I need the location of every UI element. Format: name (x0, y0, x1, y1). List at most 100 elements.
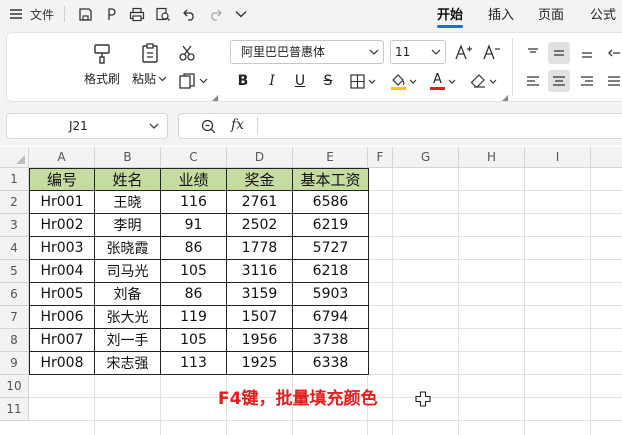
row-header-4[interactable]: 4 (0, 237, 29, 260)
table-cell[interactable]: 1925 (227, 352, 293, 375)
row-header-5[interactable]: 5 (0, 260, 29, 283)
table-cell[interactable]: Hr008 (30, 352, 95, 375)
decrease-indent-icon[interactable] (603, 42, 622, 64)
table-cell[interactable]: 1956 (227, 329, 293, 352)
table-cell[interactable]: Hr005 (30, 283, 95, 306)
table-cell[interactable]: 119 (161, 306, 227, 329)
table-cell[interactable]: 1507 (227, 306, 293, 329)
print-preview-icon[interactable] (154, 4, 172, 24)
row-header-3[interactable]: 3 (0, 214, 29, 237)
hamburger-menu-icon[interactable] (8, 4, 24, 24)
table-header-cell[interactable]: 姓名 (95, 169, 161, 191)
redo-icon[interactable] (206, 4, 224, 24)
cut-icon[interactable] (176, 42, 198, 64)
column-header-g[interactable]: G (393, 147, 459, 168)
table-header-cell[interactable]: 业绩 (161, 169, 227, 191)
format-painter-button[interactable]: 格式刷 (84, 42, 120, 87)
font-color-button[interactable]: A (428, 70, 458, 92)
print-icon[interactable] (128, 4, 146, 24)
clipboard-group-expand-icon[interactable]: ◢ (212, 93, 218, 102)
table-cell[interactable]: 2502 (227, 214, 293, 237)
paste-button[interactable]: 粘贴 (132, 42, 167, 87)
increase-font-size-icon[interactable] (454, 42, 474, 62)
table-cell[interactable]: Hr002 (30, 214, 95, 237)
name-box[interactable]: J21 (6, 113, 168, 139)
paste-chevron-down-icon[interactable] (158, 76, 167, 82)
table-cell[interactable]: 2761 (227, 191, 293, 214)
column-header-e[interactable]: E (293, 147, 368, 168)
undo-icon[interactable] (180, 4, 198, 24)
copy-button[interactable] (176, 70, 210, 92)
table-cell[interactable]: 1778 (227, 237, 293, 260)
row-header-6[interactable]: 6 (0, 283, 29, 306)
row-header-8[interactable]: 8 (0, 329, 29, 352)
insert-function-fx-icon[interactable]: fx (231, 117, 244, 133)
align-top-icon[interactable] (522, 42, 544, 64)
table-cell[interactable]: 86 (161, 237, 227, 260)
table-cell[interactable]: 张晓霞 (95, 237, 161, 260)
table-cell[interactable]: 3116 (227, 260, 293, 283)
table-cell[interactable]: 张大光 (95, 306, 161, 329)
table-cell[interactable]: 6794 (293, 306, 369, 329)
column-header-c[interactable]: C (161, 147, 227, 168)
row-header-9[interactable]: 9 (0, 352, 29, 375)
zoom-search-icon[interactable] (198, 116, 218, 136)
row-header-2[interactable]: 2 (0, 191, 29, 214)
decrease-font-size-icon[interactable] (482, 42, 502, 62)
table-cell[interactable]: 105 (161, 329, 227, 352)
table-cell[interactable]: Hr001 (30, 191, 95, 214)
table-cell[interactable]: 5903 (293, 283, 369, 306)
table-cell[interactable]: 宋志强 (95, 352, 161, 375)
borders-button[interactable] (348, 70, 378, 92)
tab-page[interactable]: 页面 (538, 4, 564, 24)
row-header-10[interactable]: 10 (0, 375, 29, 398)
align-middle-icon[interactable] (548, 42, 570, 64)
table-cell[interactable]: Hr003 (30, 237, 95, 260)
table-cell[interactable]: Hr004 (30, 260, 95, 283)
table-cell[interactable]: 3738 (293, 329, 369, 352)
row-header-1[interactable]: 1 (0, 168, 29, 191)
align-center-icon[interactable] (548, 70, 570, 92)
select-all-corner[interactable] (0, 147, 29, 168)
table-cell[interactable]: 刘一手 (95, 329, 161, 352)
table-cell[interactable]: 116 (161, 191, 227, 214)
formula-input[interactable] (178, 113, 622, 139)
column-header-f[interactable]: F (368, 147, 393, 168)
row-header-7[interactable]: 7 (0, 306, 29, 329)
table-cell[interactable]: 5727 (293, 237, 369, 260)
table-cell[interactable]: 刘备 (95, 283, 161, 306)
table-header-cell[interactable]: 奖金 (227, 169, 293, 191)
table-cell[interactable]: 6586 (293, 191, 369, 214)
italic-icon[interactable]: I (264, 70, 280, 92)
column-header-a[interactable]: A (29, 147, 95, 168)
underline-icon[interactable]: U (292, 70, 308, 92)
font-name-select[interactable]: 阿里巴巴普惠体 (230, 40, 384, 64)
table-cell[interactable]: 105 (161, 260, 227, 283)
font-size-select[interactable]: 11 (390, 40, 446, 64)
column-header-h[interactable]: H (459, 147, 525, 168)
bold-icon[interactable]: B (235, 70, 251, 92)
column-header-i[interactable]: I (525, 147, 591, 168)
table-cell[interactable]: 6338 (293, 352, 369, 375)
column-header-d[interactable]: D (227, 147, 293, 168)
table-cell[interactable]: 3159 (227, 283, 293, 306)
column-header-b[interactable]: B (95, 147, 161, 168)
table-cell[interactable]: 113 (161, 352, 227, 375)
table-cell[interactable]: Hr007 (30, 329, 95, 352)
row-header-11[interactable]: 11 (0, 398, 29, 421)
table-cell[interactable]: 6218 (293, 260, 369, 283)
table-cell[interactable]: 李明 (95, 214, 161, 237)
justify-icon[interactable] (603, 70, 622, 92)
table-cell[interactable]: 6219 (293, 214, 369, 237)
fill-color-button[interactable] (388, 70, 418, 92)
more-chevron-down-icon[interactable] (232, 4, 250, 24)
strikethrough-icon[interactable]: S (320, 70, 336, 92)
save-icon[interactable] (76, 4, 94, 24)
quick-edit-icon[interactable] (102, 4, 120, 24)
tab-formula[interactable]: 公式 (590, 4, 616, 24)
table-cell[interactable]: 91 (161, 214, 227, 237)
align-left-icon[interactable] (522, 70, 544, 92)
clear-format-button[interactable] (468, 70, 498, 92)
tab-home[interactable]: 开始 (437, 4, 463, 24)
font-group-expand-icon[interactable]: ◢ (502, 93, 508, 102)
